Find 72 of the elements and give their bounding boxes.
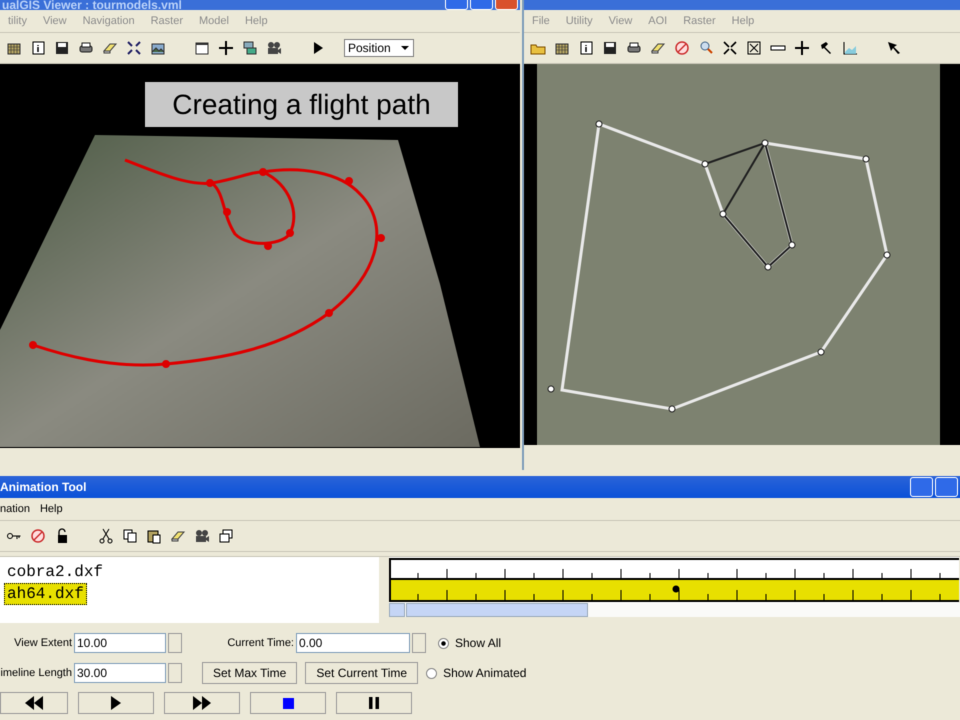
info-icon[interactable] xyxy=(30,40,46,56)
maximize-button[interactable] xyxy=(470,0,493,10)
caption-label: Creating a flight path xyxy=(145,82,458,127)
maximize-button[interactable] xyxy=(935,477,958,497)
restore-icon[interactable] xyxy=(218,528,234,544)
crosshair-icon[interactable] xyxy=(794,40,810,56)
scrollbar-thumb[interactable] xyxy=(406,603,588,617)
no-entry-icon[interactable] xyxy=(30,528,46,544)
window-title: Animation Tool xyxy=(0,480,86,494)
field-label: imeline Length xyxy=(0,667,72,679)
menu-item[interactable]: Help xyxy=(236,15,276,27)
field-label: Current Time: xyxy=(226,637,294,649)
menu-item[interactable]: AOI xyxy=(640,15,676,27)
menu-item[interactable]: Utility xyxy=(558,15,601,27)
menu-item[interactable]: Raster xyxy=(675,15,724,27)
radio-label: Show Animated xyxy=(443,666,526,680)
rewind-button[interactable] xyxy=(0,692,68,714)
info-icon[interactable] xyxy=(578,40,594,56)
minimize-button[interactable] xyxy=(445,0,468,10)
pause-icon xyxy=(369,697,379,709)
zoom-extent-icon[interactable] xyxy=(126,40,142,56)
radio-button[interactable] xyxy=(426,668,438,678)
expand-icon[interactable] xyxy=(746,40,762,56)
window-icon[interactable] xyxy=(194,40,210,56)
menu-item[interactable]: File xyxy=(524,15,558,27)
profile-icon[interactable] xyxy=(842,40,858,56)
minimize-button[interactable] xyxy=(910,477,933,497)
stop-icon xyxy=(282,698,294,708)
menu-item[interactable]: Model xyxy=(191,15,237,27)
menu-item[interactable]: nation xyxy=(0,503,40,515)
camera-icon[interactable] xyxy=(266,40,282,56)
layer-item[interactable]: cobra2.dxf xyxy=(4,561,106,583)
set-max-time-button[interactable]: Set Max Time xyxy=(202,662,298,684)
fast-forward-button[interactable] xyxy=(164,692,240,714)
menu-item[interactable]: View xyxy=(34,15,75,27)
save-icon[interactable] xyxy=(54,40,70,56)
layer-item[interactable]: ah64.dxf xyxy=(4,583,87,605)
menu-item[interactable]: Help xyxy=(724,15,762,27)
menu-item[interactable]: Raster xyxy=(142,15,191,27)
camera-icon[interactable] xyxy=(194,528,210,544)
pause-button[interactable] xyxy=(336,692,412,714)
view-extent-field[interactable]: 10.00 xyxy=(74,633,166,653)
menu-item[interactable]: tility xyxy=(0,15,35,27)
set-current-time-button[interactable]: Set Current Time xyxy=(305,662,418,684)
radio-button[interactable] xyxy=(438,638,449,648)
menu-item[interactable]: Help xyxy=(40,503,69,515)
close-button[interactable] xyxy=(495,0,518,10)
no-entry-icon[interactable] xyxy=(674,40,690,56)
menu-item[interactable]: View xyxy=(600,15,640,27)
radio-label: Show All xyxy=(455,636,502,650)
crosshair-icon[interactable] xyxy=(218,40,234,56)
play-icon xyxy=(111,696,121,710)
layers-icon[interactable] xyxy=(242,40,258,56)
timeline-length-field[interactable]: 30.00 xyxy=(74,663,166,683)
rewind-icon xyxy=(25,696,43,710)
scissors-icon[interactable] xyxy=(98,528,114,544)
paste-icon[interactable] xyxy=(146,528,162,544)
pointer-icon[interactable] xyxy=(886,40,902,56)
magnifier-icon[interactable] xyxy=(698,40,714,56)
shrink-icon[interactable] xyxy=(722,40,738,56)
mode-dropdown[interactable]: Position xyxy=(344,39,414,57)
play-button[interactable] xyxy=(78,692,154,714)
fast-forward-icon xyxy=(193,696,211,710)
field-label: View Extent xyxy=(13,637,72,649)
save-icon[interactable] xyxy=(602,40,618,56)
window-title: ualGIS Viewer : tourmodels.vml xyxy=(1,0,182,10)
dropdown-arrow-icon[interactable] xyxy=(401,46,409,50)
copy-icon[interactable] xyxy=(122,528,138,544)
hammer-icon[interactable] xyxy=(818,40,834,56)
menu-item[interactable]: Navigation xyxy=(74,15,143,27)
current-time-field[interactable]: 0.00 xyxy=(296,633,410,653)
stop-button[interactable] xyxy=(250,692,326,714)
